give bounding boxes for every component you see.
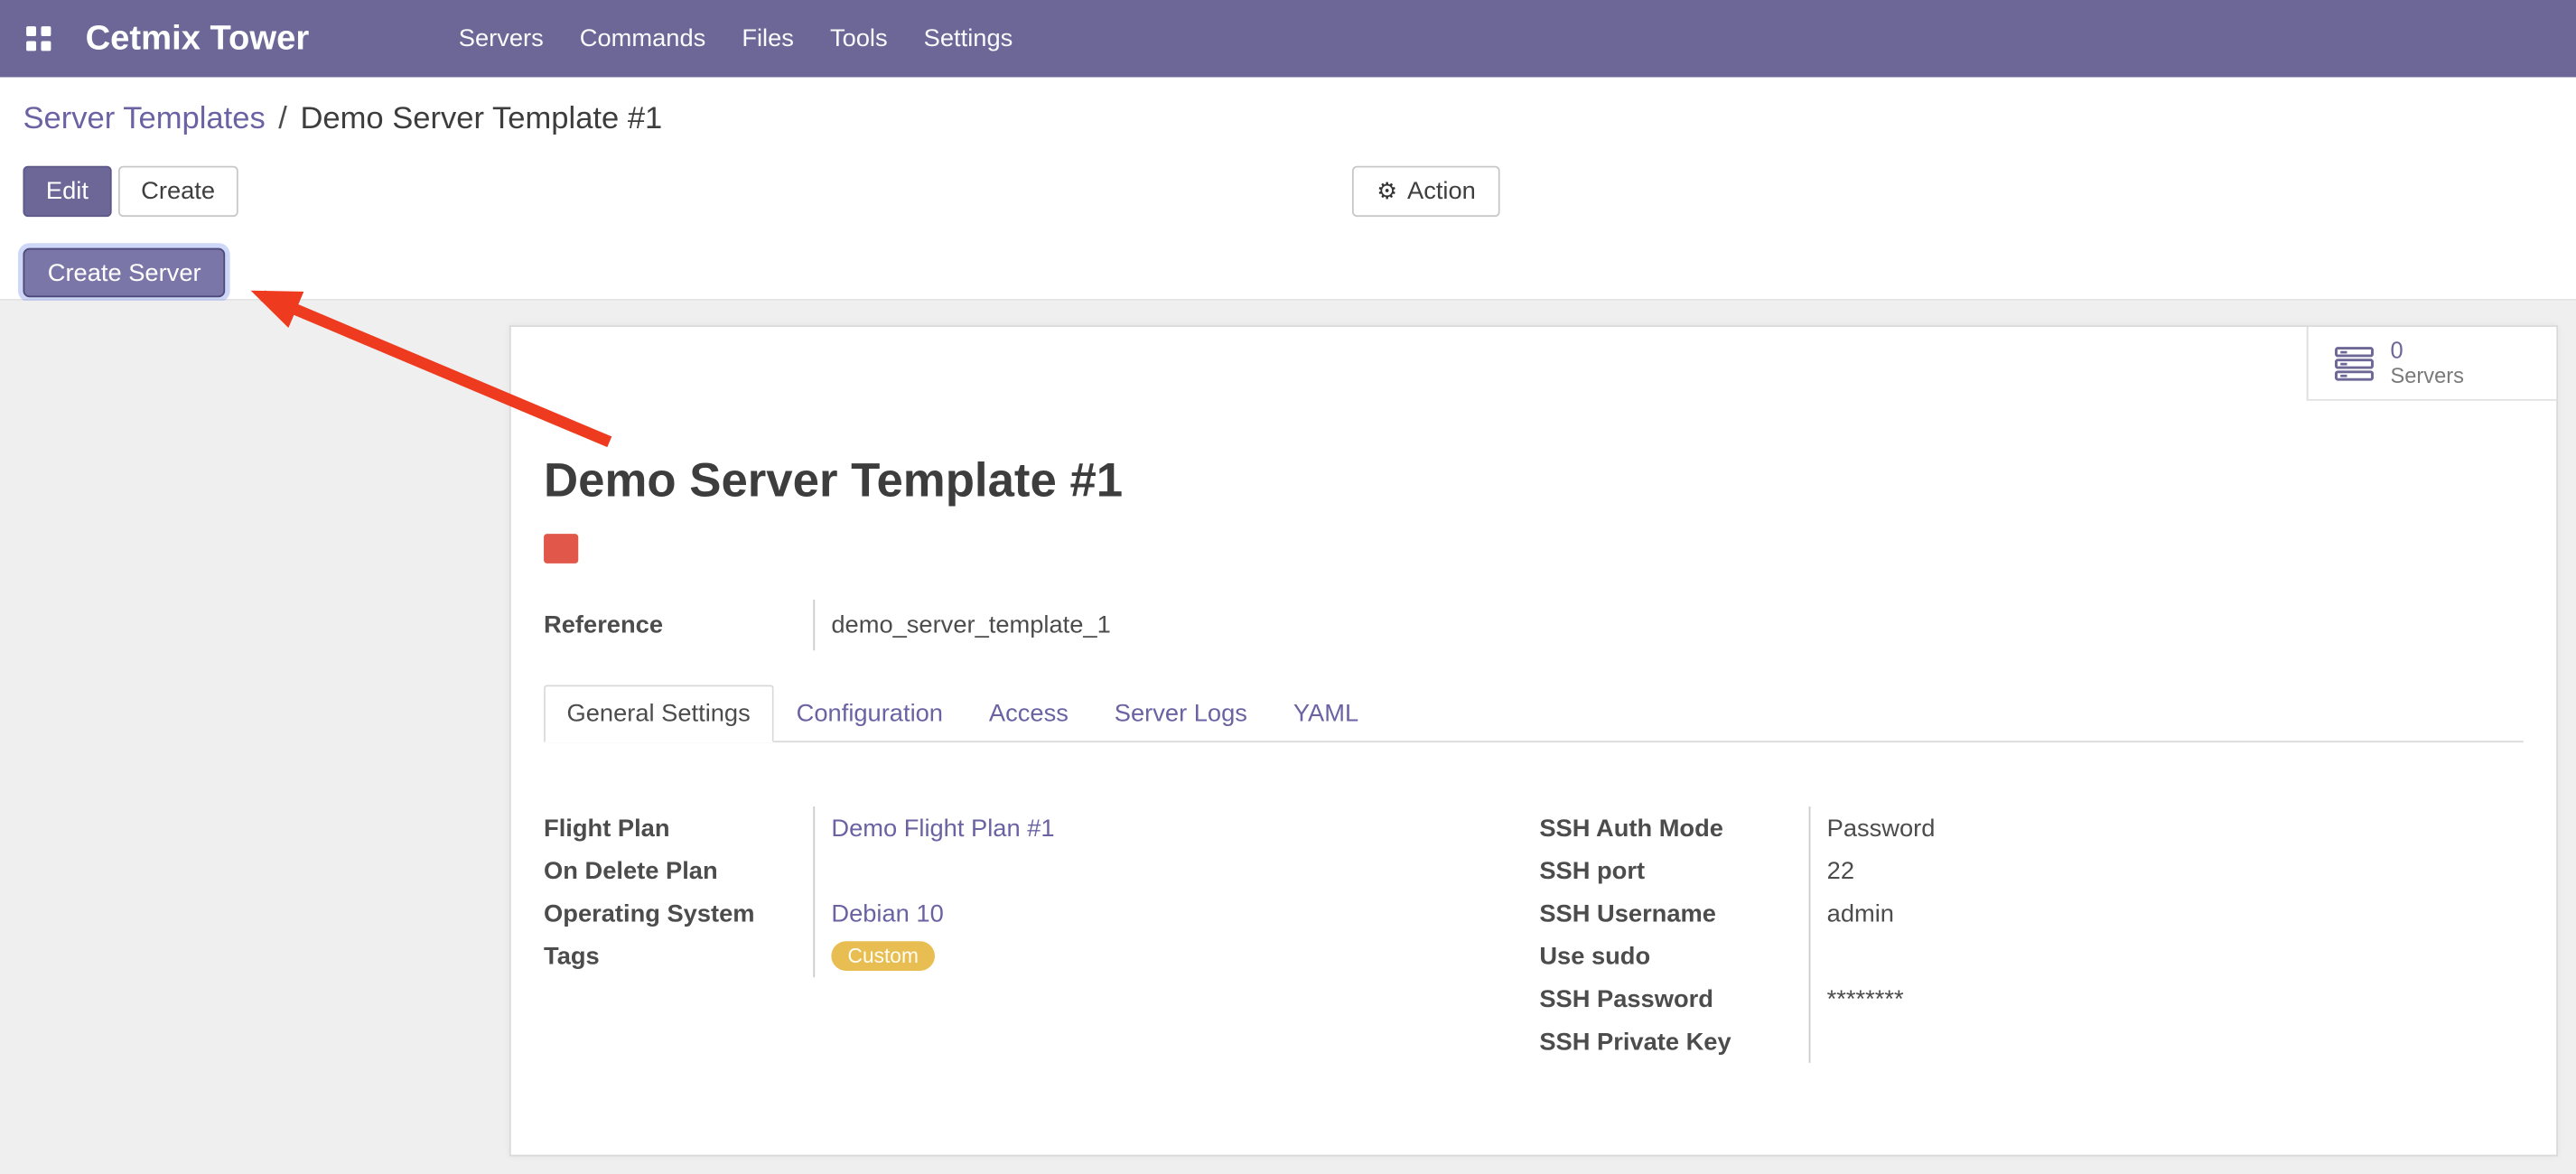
- brand-title[interactable]: Cetmix Tower: [86, 19, 310, 59]
- tab-general-settings[interactable]: General Settings: [544, 685, 773, 742]
- field-label: SSH Private Key: [1539, 1020, 1808, 1063]
- field-label: Flight Plan: [544, 806, 813, 849]
- field-row-ssh-password: SSH Password ********: [1539, 977, 2523, 1020]
- field-label: Operating System: [544, 892, 813, 935]
- color-swatch[interactable]: [544, 534, 578, 564]
- field-label: SSH Username: [1539, 892, 1808, 935]
- operating-system-link[interactable]: Debian 10: [831, 899, 943, 927]
- breadcrumb-current: Demo Server Template #1: [300, 102, 662, 138]
- create-server-button[interactable]: Create Server: [23, 248, 225, 298]
- breadcrumb: Server Templates / Demo Server Template …: [23, 102, 2576, 146]
- field-value: Custom: [813, 935, 1485, 977]
- field-value: ********: [1809, 977, 2524, 1020]
- menu-item-settings[interactable]: Settings: [906, 0, 1031, 77]
- main-menu: Servers Commands Files Tools Settings: [441, 0, 1031, 77]
- breadcrumb-parent-link[interactable]: Server Templates: [23, 102, 265, 138]
- gear-icon: ⚙: [1377, 176, 1397, 208]
- breadcrumb-separator: /: [278, 102, 287, 138]
- field-label: SSH Auth Mode: [1539, 806, 1808, 849]
- field-row-on-delete-plan: On Delete Plan: [544, 849, 1485, 891]
- sheet-body: Demo Server Template #1 Reference demo_s…: [511, 455, 2557, 1063]
- field-row-ssh-port: SSH port 22: [1539, 849, 2523, 891]
- field-value: [1809, 935, 2524, 977]
- field-value: Debian 10: [813, 892, 1485, 935]
- field-label: Use sudo: [1539, 935, 1808, 977]
- tag-badge: Custom: [831, 941, 935, 971]
- create-button[interactable]: Create: [118, 166, 238, 217]
- field-row-use-sudo: Use sudo: [1539, 935, 2523, 977]
- reference-label: Reference: [544, 600, 813, 650]
- view-buttons-row: Create Server: [23, 248, 2576, 299]
- tab-configuration[interactable]: Configuration: [773, 685, 966, 742]
- field-value: Password: [1809, 806, 2524, 849]
- field-label: SSH port: [1539, 849, 1808, 891]
- field-value: admin: [1809, 892, 2524, 935]
- screenshot-stage: Cetmix Tower Servers Commands Files Tool…: [0, 0, 2576, 1174]
- stat-value: 0: [2390, 337, 2463, 363]
- flight-plan-link[interactable]: Demo Flight Plan #1: [831, 814, 1054, 842]
- tab-access[interactable]: Access: [966, 685, 1091, 742]
- menu-item-commands[interactable]: Commands: [562, 0, 724, 77]
- field-value: [1809, 1020, 2524, 1063]
- form-sheet: 0 Servers Demo Server Template #1 Refere…: [509, 325, 2558, 1156]
- field-label: Tags: [544, 935, 813, 977]
- right-field-group: SSH Auth Mode Password SSH port 22 SSH U…: [1539, 806, 2523, 1063]
- field-label: On Delete Plan: [544, 849, 813, 891]
- top-navbar: Cetmix Tower Servers Commands Files Tool…: [0, 0, 2576, 77]
- field-value: [813, 849, 1485, 891]
- server-stack-icon: [2335, 346, 2375, 380]
- record-title: Demo Server Template #1: [544, 455, 2524, 509]
- servers-stat-button[interactable]: 0 Servers: [2307, 327, 2556, 401]
- left-field-group: Flight Plan Demo Flight Plan #1 On Delet…: [544, 806, 1485, 1063]
- action-label: Action: [1407, 176, 1476, 208]
- field-row-flight-plan: Flight Plan Demo Flight Plan #1: [544, 806, 1485, 849]
- field-label: SSH Password: [1539, 977, 1808, 1020]
- reference-value: demo_server_template_1: [813, 600, 2523, 650]
- menu-item-servers[interactable]: Servers: [441, 0, 562, 77]
- field-row-tags: Tags Custom: [544, 935, 1485, 977]
- reference-field-row: Reference demo_server_template_1: [544, 600, 2524, 650]
- app-root: Cetmix Tower Servers Commands Files Tool…: [0, 0, 2576, 1174]
- apps-menu-button[interactable]: [26, 26, 66, 51]
- form-groups: Flight Plan Demo Flight Plan #1 On Delet…: [544, 806, 2524, 1063]
- notebook-tabs: General Settings Configuration Access Se…: [544, 686, 2524, 742]
- control-panel: Server Templates / Demo Server Template …: [0, 77, 2576, 300]
- content-area: 0 Servers Demo Server Template #1 Refere…: [0, 301, 2576, 1174]
- tab-yaml[interactable]: YAML: [1270, 685, 1381, 742]
- field-row-ssh-username: SSH Username admin: [1539, 892, 2523, 935]
- edit-button[interactable]: Edit: [23, 166, 111, 217]
- control-panel-buttons: Edit Create ⚙ Action: [23, 166, 2576, 217]
- menu-item-files[interactable]: Files: [723, 0, 812, 77]
- tab-server-logs[interactable]: Server Logs: [1091, 685, 1270, 742]
- menu-item-tools[interactable]: Tools: [812, 0, 906, 77]
- field-row-operating-system: Operating System Debian 10: [544, 892, 1485, 935]
- stat-text: 0 Servers: [2390, 337, 2463, 389]
- field-row-ssh-auth-mode: SSH Auth Mode Password: [1539, 806, 2523, 849]
- field-row-ssh-private-key: SSH Private Key: [1539, 1020, 2523, 1063]
- field-value: Demo Flight Plan #1: [813, 806, 1485, 849]
- stat-label: Servers: [2390, 363, 2463, 389]
- action-menu-button[interactable]: ⚙ Action: [1352, 166, 1500, 217]
- apps-grid-icon: [26, 26, 51, 51]
- field-value: 22: [1809, 849, 2524, 891]
